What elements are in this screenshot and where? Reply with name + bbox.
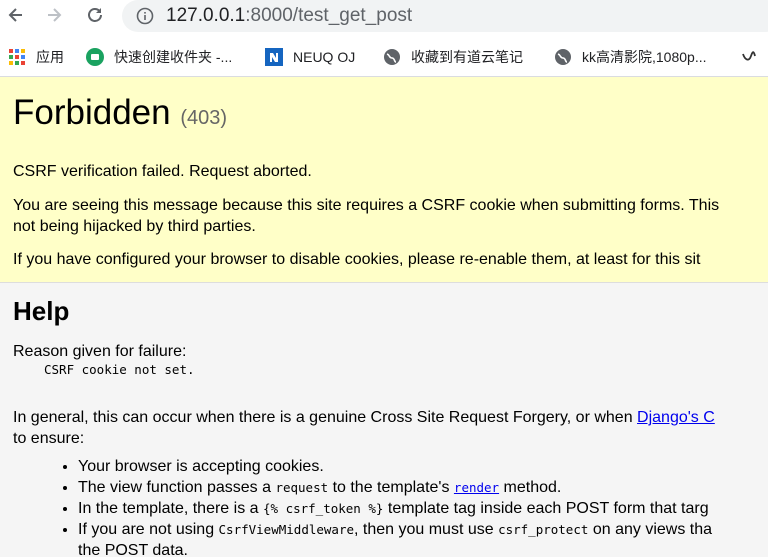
item-text: template tag inside each POST form that …	[383, 500, 709, 517]
forward-arrow-icon	[48, 8, 62, 22]
bookmark-apps[interactable]: 应用	[8, 46, 64, 68]
list-item: In the template, there is a {% csrf_toke…	[78, 498, 768, 519]
address-bar[interactable]: 127.0.0.1:8000/test_get_post	[122, 0, 768, 32]
item-text: the POST data.	[78, 542, 188, 557]
forward-button[interactable]	[42, 3, 66, 27]
back-button[interactable]	[4, 3, 28, 27]
bookmark-label: NEUQ OJ	[293, 49, 356, 65]
bookmark-label: 应用	[36, 49, 64, 65]
error-message: CSRF verification failed. Request aborte…	[13, 163, 312, 180]
general-explanation-cont: to ensure:	[13, 430, 85, 447]
item-text: on any views tha	[588, 521, 713, 538]
bookmark-label: kk高清影院,1080p...	[582, 49, 707, 65]
render-link[interactable]: render	[454, 479, 499, 496]
code-request: request	[275, 480, 329, 495]
bookmark-folder-create[interactable]: 快速创建收件夹 -...	[86, 46, 232, 68]
green-app-icon	[86, 48, 104, 66]
list-item: If you are not using CsrfViewMiddleware,…	[78, 519, 768, 557]
item-text: If you are not using	[78, 521, 219, 538]
general-explanation: In general, this can occur when there is…	[13, 409, 715, 427]
url-text: 127.0.0.1:8000/test_get_post	[166, 5, 412, 27]
checklist: Your browser is accepting cookies. The v…	[40, 456, 768, 557]
apps-grid-icon	[8, 48, 26, 66]
item-text: method.	[499, 479, 562, 496]
failure-reason: CSRF cookie not set.	[44, 362, 195, 377]
reload-icon	[88, 8, 102, 22]
bookmark-overflow[interactable]	[740, 46, 758, 68]
bookmark-kk[interactable]: kk高清影院,1080p...	[554, 46, 707, 68]
bookmark-label: 收藏到有道云笔记	[411, 49, 523, 65]
cookies-advice: If you have configured your browser to d…	[13, 251, 701, 268]
item-text: to the template's	[328, 479, 454, 496]
globe-icon	[554, 48, 572, 66]
django-csrf-docs-link[interactable]: Django's C	[637, 409, 715, 426]
code-middleware: CsrfViewMiddleware	[218, 522, 354, 537]
item-text: In the template, there is a	[78, 500, 263, 517]
site-info-icon[interactable]	[136, 7, 154, 30]
code-csrf-protect: csrf_protect	[498, 522, 589, 537]
bookmark-label: 快速创建收件夹 -...	[114, 49, 233, 65]
browser-toolbar: 127.0.0.1:8000/test_get_post	[0, 0, 768, 34]
error-title: Forbidden	[13, 93, 171, 132]
bookmark-youdao[interactable]: 收藏到有道云笔记	[383, 46, 523, 68]
general-text: In general, this can occur when there is…	[13, 409, 638, 426]
item-text: , then you must use	[354, 521, 499, 538]
url-path: :8000/test_get_post	[245, 5, 413, 26]
bookmarks-bar: 应用 快速创建收件夹 -... NEUQ OJ 收藏到有道云笔记 kk高清影院,…	[0, 38, 768, 77]
item-text: The view function passes a	[78, 479, 276, 496]
error-code: (403)	[180, 107, 228, 129]
page-title: Forbidden (403)	[13, 93, 227, 133]
explanation-line-1: You are seeing this message because this…	[13, 197, 720, 214]
reload-button[interactable]	[83, 3, 107, 27]
help-section: Help Reason given for failure: CSRF cook…	[0, 283, 768, 557]
back-arrow-icon	[8, 8, 22, 22]
help-heading: Help	[13, 296, 70, 326]
bookmark-neuq-oj[interactable]: NEUQ OJ	[265, 46, 355, 68]
list-item: The view function passes a request to th…	[78, 477, 768, 498]
code-csrf-token: {% csrf_token %}	[263, 501, 384, 516]
list-item: Your browser is accepting cookies.	[78, 456, 768, 477]
bookmark-extra-icon	[742, 51, 756, 61]
globe-icon	[383, 48, 401, 66]
blue-n-icon	[265, 48, 283, 66]
error-summary: Forbidden (403) CSRF verification failed…	[0, 77, 768, 283]
url-host: 127.0.0.1	[166, 5, 246, 26]
explanation-line-2: not being hijacked by third parties.	[13, 218, 256, 235]
reason-label: Reason given for failure:	[13, 343, 187, 360]
code-render: render	[453, 480, 500, 495]
